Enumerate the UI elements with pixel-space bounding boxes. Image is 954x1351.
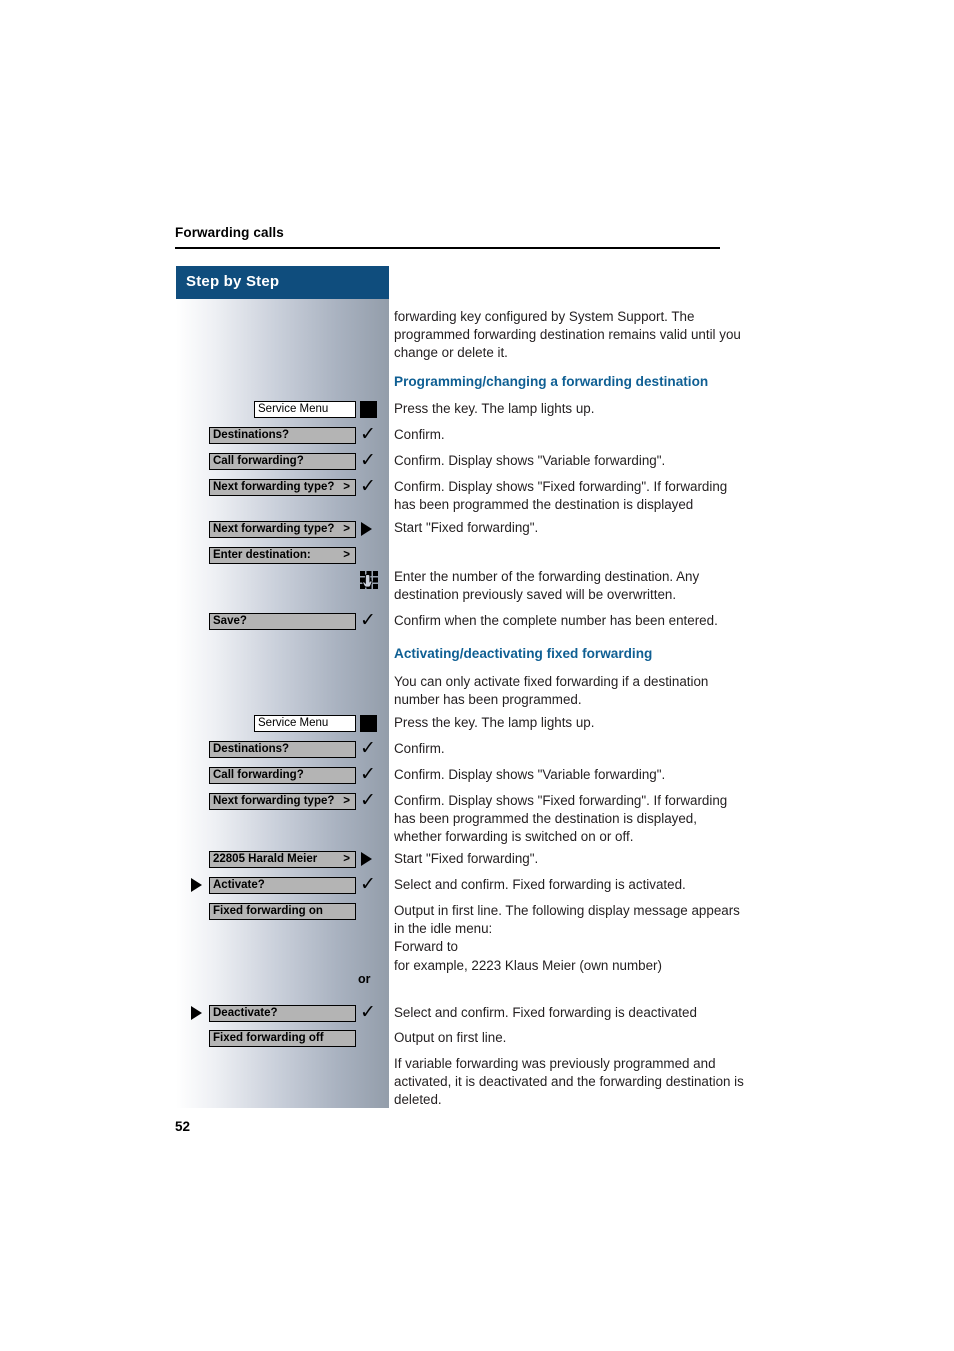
step2-text-3: Confirm. Display shows "Variable forward… xyxy=(394,767,666,782)
section1-heading: Programming/changing a forwarding destin… xyxy=(394,374,709,389)
display-label-save: Save? xyxy=(209,613,356,630)
step-by-step-title: Step by Step xyxy=(186,273,280,290)
pill-text: Fixed forwarding on xyxy=(213,905,323,917)
manual-page: Forwarding calls Step by Step forwarding… xyxy=(0,0,954,1351)
display-label-call-forwarding: Call forwarding? xyxy=(209,453,356,470)
triangle-right-icon[interactable] xyxy=(361,852,372,866)
step-row-next-forwarding-type-1: Next forwarding type? > ✓ xyxy=(176,475,389,499)
pill-text: Call forwarding? xyxy=(213,769,304,781)
step-row-harald-meier: 22805 Harald Meier > xyxy=(176,851,389,871)
step-row-call-forwarding-1: Call forwarding? ✓ xyxy=(176,449,389,473)
checkmark-icon[interactable]: ✓ xyxy=(360,789,378,811)
step-row-service-menu-2: Service Menu xyxy=(176,715,389,735)
triangle-right-icon[interactable] xyxy=(191,878,202,892)
display-label-next-forwarding-type: Next forwarding type? > xyxy=(209,479,356,496)
pill-text: Destinations? xyxy=(213,429,290,441)
pill-text: 22805 Harald Meier xyxy=(213,853,318,865)
display-label-next-forwarding-type-2: Next forwarding type? > xyxy=(209,521,356,538)
checkmark-icon[interactable]: ✓ xyxy=(360,423,378,445)
step-row-next-forwarding-type-2: Next forwarding type? > xyxy=(176,521,389,541)
page-number: 52 xyxy=(175,1119,191,1134)
step-row-deactivate: Deactivate? ✓ xyxy=(176,1001,389,1025)
intro-paragraph: forwarding key configured by System Supp… xyxy=(394,309,741,361)
display-label-fixed-forwarding-on: Fixed forwarding on xyxy=(209,903,356,920)
step2-text-4: Confirm. Display shows "Fixed forwarding… xyxy=(394,793,728,845)
step-row-keypad xyxy=(176,570,389,592)
step-row-destinations-1: Destinations? ✓ xyxy=(176,423,389,447)
pill-text: Enter destination: xyxy=(213,549,311,561)
display-label-call-forwarding-2: Call forwarding? xyxy=(209,767,356,784)
step2-text-7: Output in first line. The following disp… xyxy=(394,903,740,973)
running-header: Forwarding calls xyxy=(175,225,284,240)
checkmark-icon[interactable]: ✓ xyxy=(360,873,378,895)
step-row-destinations-2: Destinations? ✓ xyxy=(176,737,389,761)
step-by-step-title-bar: Step by Step xyxy=(176,266,389,299)
chevron-right-glyph: > xyxy=(343,549,350,561)
keypad-icon[interactable] xyxy=(359,570,379,592)
step-text-5: Start "Fixed forwarding". xyxy=(394,520,539,535)
triangle-right-icon[interactable] xyxy=(361,522,372,536)
checkmark-icon[interactable]: ✓ xyxy=(360,449,378,471)
pill-text: Activate? xyxy=(213,879,265,891)
step-row-activate: Activate? ✓ xyxy=(176,873,389,897)
pill-text: Call forwarding? xyxy=(213,455,304,467)
step-text-7: Confirm when the complete number has bee… xyxy=(394,613,718,628)
display-label-enter-destination: Enter destination: > xyxy=(209,547,356,564)
step-text-2: Confirm. xyxy=(394,427,445,442)
step-row-next-forwarding-type-3: Next forwarding type? > ✓ xyxy=(176,789,389,813)
display-label-next-forwarding-type-3: Next forwarding type? > xyxy=(209,793,356,810)
chevron-right-glyph: > xyxy=(343,481,350,493)
chevron-right-glyph: > xyxy=(343,795,350,807)
step2-text-6: Select and confirm. Fixed forwarding is … xyxy=(394,877,686,892)
checkmark-icon[interactable]: ✓ xyxy=(360,609,378,631)
section2-heading: Activating/deactivating fixed forwarding xyxy=(394,646,653,661)
step-row-save: Save? ✓ xyxy=(176,609,389,633)
pill-text: Deactivate? xyxy=(213,1007,278,1019)
section2-closing: If variable forwarding was previously pr… xyxy=(394,1056,744,1108)
step-text-1: Press the key. The lamp lights up. xyxy=(394,401,595,416)
pill-text: Next forwarding type? xyxy=(213,523,335,535)
step2-text-9: Output on first line. xyxy=(394,1030,507,1045)
display-label-activate: Activate? xyxy=(209,877,356,894)
step-row-call-forwarding-2: Call forwarding? ✓ xyxy=(176,763,389,787)
chevron-right-glyph: > xyxy=(343,523,350,535)
step-text-3: Confirm. Display shows "Variable forward… xyxy=(394,453,666,468)
display-label-service-menu-2: Service Menu xyxy=(254,715,356,732)
pill-text: Save? xyxy=(213,615,247,627)
pill-text: Destinations? xyxy=(213,743,290,755)
pill-text: Next forwarding type? xyxy=(213,795,335,807)
or-label: or xyxy=(358,972,371,986)
step-row-fixed-forwarding-on: Fixed forwarding on xyxy=(176,903,389,923)
display-label-service-menu: Service Menu xyxy=(254,401,356,418)
step-text-6: Enter the number of the forwarding desti… xyxy=(394,569,700,603)
display-label-harald-meier: 22805 Harald Meier > xyxy=(209,851,356,868)
display-label-deactivate: Deactivate? xyxy=(209,1005,356,1022)
step2-text-1: Press the key. The lamp lights up. xyxy=(394,715,595,730)
header-rule xyxy=(175,247,720,249)
checkmark-icon[interactable]: ✓ xyxy=(360,763,378,785)
triangle-right-icon[interactable] xyxy=(191,1006,202,1020)
step2-text-5: Start "Fixed forwarding". xyxy=(394,851,539,866)
display-label-destinations: Destinations? xyxy=(209,427,356,444)
display-label-fixed-forwarding-off: Fixed forwarding off xyxy=(209,1030,356,1047)
step-row-enter-destination: Enter destination: > xyxy=(176,547,389,567)
step2-text-8: Select and confirm. Fixed forwarding is … xyxy=(394,1005,697,1020)
chevron-right-glyph: > xyxy=(343,853,350,865)
checkmark-icon[interactable]: ✓ xyxy=(360,737,378,759)
checkmark-icon[interactable]: ✓ xyxy=(360,1001,378,1023)
step-row-fixed-forwarding-off: Fixed forwarding off xyxy=(176,1030,389,1050)
step-row-service-menu-1: Service Menu xyxy=(176,401,389,421)
black-key-square-icon[interactable] xyxy=(360,715,377,732)
pill-text: Fixed forwarding off xyxy=(213,1032,324,1044)
display-label-destinations-2: Destinations? xyxy=(209,741,356,758)
black-key-square-icon[interactable] xyxy=(360,401,377,418)
step-text-4: Confirm. Display shows "Fixed forwarding… xyxy=(394,479,728,513)
step2-text-2: Confirm. xyxy=(394,741,445,756)
section2-intro: You can only activate fixed forwarding i… xyxy=(394,674,709,708)
checkmark-icon[interactable]: ✓ xyxy=(360,475,378,497)
pill-text: Next forwarding type? xyxy=(213,481,335,493)
